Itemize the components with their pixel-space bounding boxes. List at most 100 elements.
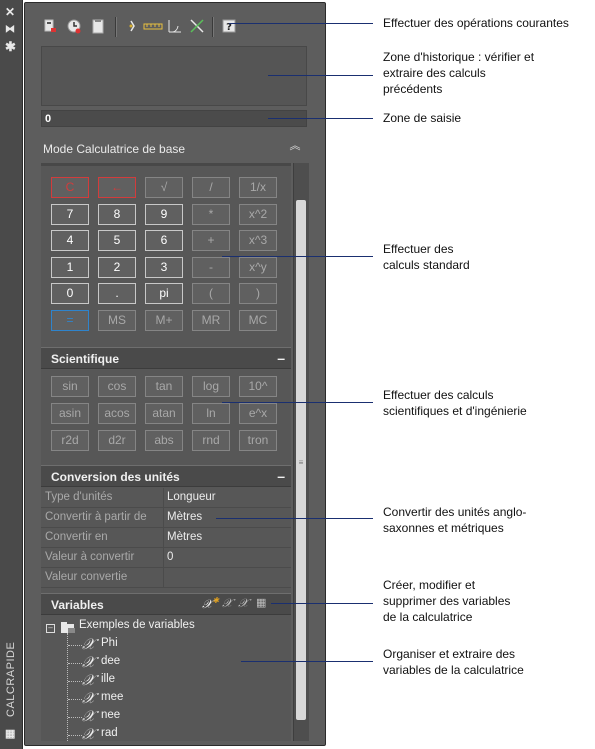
key-button[interactable]: cos [98, 376, 136, 397]
conversion-row-value[interactable]: 0 [167, 551, 173, 563]
key-button[interactable]: M+ [145, 310, 183, 331]
help-icon[interactable]: ? [222, 18, 236, 34]
key-button[interactable]: 3 [145, 256, 183, 278]
key-button[interactable]: MS [98, 310, 136, 331]
key-button[interactable]: tan [145, 376, 183, 397]
key-button[interactable]: / [192, 177, 230, 198]
conversion-row-divider [163, 568, 164, 588]
history-icon[interactable] [67, 18, 81, 34]
scrollbar[interactable]: ≡ [293, 163, 309, 741]
edit-variable-icon[interactable]: 𝒳 [222, 596, 232, 611]
key-button[interactable]: 5 [98, 230, 136, 252]
key-button[interactable]: 1 [51, 256, 89, 278]
key-button[interactable]: 9 [145, 203, 183, 225]
variable-group-label[interactable]: Exemples de variables [79, 619, 195, 631]
collapse-icon[interactable]: – [277, 468, 285, 484]
conversion-row[interactable]: Type d'unités Longueur [41, 488, 291, 508]
delete-variable-icon[interactable]: 𝒳 [238, 596, 248, 611]
key-button[interactable]: 4 [51, 230, 89, 252]
key-button[interactable]: asin [51, 403, 89, 424]
angle-icon[interactable] [167, 18, 183, 34]
key-button[interactable]: x^2 [239, 203, 277, 225]
conversion-row-divider [163, 488, 164, 508]
conversion-row[interactable]: Valeur à convertir 0 [41, 548, 291, 568]
annotation: Organiser et extraire des variables de l… [383, 647, 524, 677]
key-button[interactable]: MR [192, 310, 230, 331]
key-button[interactable]: ) [239, 283, 277, 305]
annotation: Effectuer des calculs scientifiques et d… [383, 388, 527, 418]
key-button[interactable]: sin [51, 376, 89, 397]
conversion-row[interactable]: Convertir en Mètres [41, 528, 291, 548]
key-button[interactable]: ln [192, 403, 230, 424]
history-area[interactable] [41, 46, 307, 106]
callout-line [268, 118, 373, 119]
key-button[interactable]: ← [98, 177, 136, 198]
conversion-row[interactable]: Valeur convertie [41, 568, 291, 588]
new-variable-icon[interactable]: 𝒳✱ [202, 596, 219, 612]
scientific-title: Scientifique [51, 352, 120, 366]
calculator-icon[interactable]: ▦ [256, 596, 266, 609]
collapse-chevron-icon[interactable]: ︽ [288, 141, 302, 158]
close-icon[interactable]: ✕ [5, 6, 15, 18]
paste-icon[interactable] [91, 18, 105, 34]
key-button[interactable]: * [192, 203, 230, 225]
key-button[interactable]: log [192, 376, 230, 397]
key-button[interactable]: acos [98, 403, 136, 424]
key-button[interactable]: abs [145, 430, 183, 451]
variable-item[interactable]: rad [101, 727, 118, 739]
key-button[interactable]: r2d [51, 430, 89, 451]
key-button[interactable]: 0 [51, 283, 89, 305]
variable-item[interactable]: nee [101, 709, 120, 721]
conversion-header[interactable]: Conversion des unités – [41, 465, 291, 487]
key-button[interactable]: tron [239, 430, 277, 451]
key-button[interactable]: x^y [239, 256, 277, 278]
tree-line [68, 645, 82, 647]
key-button[interactable]: - [192, 256, 230, 278]
getcoords-icon[interactable] [125, 18, 139, 34]
properties-icon[interactable]: ✱ [5, 40, 16, 53]
key-button[interactable]: √ [145, 177, 183, 198]
mode-label: Mode Calculatrice de base [43, 142, 186, 156]
key-button[interactable]: + [192, 230, 230, 252]
calculator-icon[interactable]: ▦ [5, 728, 15, 740]
intersection-icon[interactable] [189, 18, 205, 34]
callout-line [222, 256, 373, 257]
key-button[interactable]: rnd [192, 430, 230, 451]
collapse-icon[interactable]: – [277, 350, 285, 366]
callout-line [241, 661, 373, 662]
conversion-row-value[interactable]: Longueur [167, 491, 216, 503]
calculator-scroll-area: C ← √ / 1/x 7 8 9 * x^2 4 5 6 + x^3 1 2 3- x^y 0. pi () = MS M+ M… [41, 163, 291, 741]
palette-title: CALCRAPIDE [5, 641, 17, 717]
variable-icon: 𝒳 [82, 635, 95, 653]
key-button[interactable]: x^3 [239, 230, 277, 252]
key-button[interactable]: 8 [98, 203, 136, 225]
key-button[interactable]: ( [192, 283, 230, 305]
key-button[interactable]: C [51, 177, 89, 198]
variable-item[interactable]: mee [101, 691, 123, 703]
variable-item[interactable]: Phi [101, 637, 118, 649]
annotation: Effectuer des calculs standard [383, 242, 470, 272]
key-button[interactable]: d2r [98, 430, 136, 451]
key-button[interactable]: atan [145, 403, 183, 424]
distance-icon[interactable] [143, 18, 163, 34]
key-button[interactable]: 6 [145, 230, 183, 252]
key-button[interactable]: MC [239, 310, 277, 331]
tree-collapse-icon[interactable]: – [46, 624, 55, 633]
scientific-header[interactable]: Scientifique – [41, 347, 291, 369]
key-button[interactable]: = [51, 310, 89, 331]
key-button[interactable]: 7 [51, 203, 89, 225]
key-button[interactable]: 2 [98, 256, 136, 278]
conversion-row-value[interactable]: Mètres [167, 511, 202, 523]
autohide-icon[interactable]: ⧓ [5, 24, 15, 36]
key-button[interactable]: 1/x [239, 177, 277, 198]
key-button[interactable]: pi [145, 283, 183, 305]
variables-header[interactable]: Variables 𝒳✱ 𝒳 𝒳 ▦ [41, 593, 291, 615]
conversion-row-value[interactable]: Mètres [167, 531, 202, 543]
variable-icon: 𝒳 [82, 671, 95, 689]
variable-item[interactable]: dee [101, 655, 120, 667]
variable-item[interactable]: ille [101, 673, 115, 685]
clear-icon[interactable] [43, 18, 57, 34]
key-button[interactable]: 10^ [239, 376, 277, 397]
key-button[interactable]: e^x [239, 403, 277, 424]
key-button[interactable]: . [98, 283, 136, 305]
